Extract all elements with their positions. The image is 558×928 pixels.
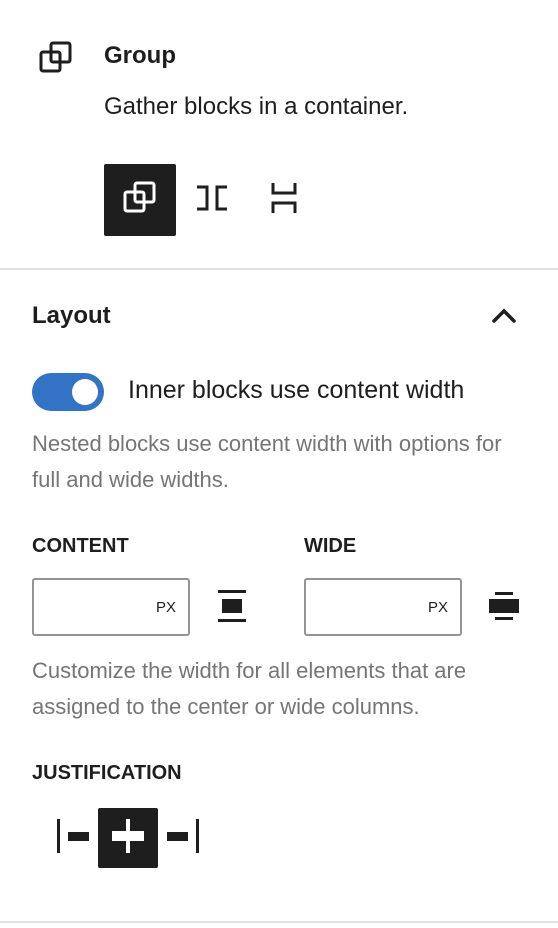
toggle-help-text: Nested blocks use content width with opt… [32, 431, 502, 492]
variation-group-button[interactable] [104, 164, 176, 236]
unit-select[interactable]: PX [156, 599, 176, 616]
content-width-icon [214, 588, 250, 624]
justify-left-icon [44, 816, 92, 861]
block-description: Gather blocks in a container. [104, 93, 409, 120]
toggle-knob [72, 379, 98, 405]
toggle-label: Inner blocks use content width [128, 376, 465, 404]
wide-width-label: WIDE [304, 535, 357, 557]
wide-width-input[interactable]: PX [304, 578, 462, 636]
unit-select[interactable]: PX [428, 599, 448, 616]
justify-center-button[interactable] [98, 808, 158, 868]
wide-width-icon [486, 588, 522, 624]
stack-icon [266, 180, 302, 221]
content-width-input[interactable]: PX [32, 578, 190, 636]
variation-stack-button[interactable] [248, 164, 320, 236]
justification-label: JUSTIFICATION [32, 762, 182, 784]
justify-center-icon [108, 816, 148, 861]
divider [0, 921, 558, 923]
variation-row-button[interactable] [176, 164, 248, 236]
divider [0, 268, 558, 270]
content-width-label: CONTENT [32, 535, 129, 557]
group-icon [122, 180, 158, 221]
width-help-text: Customize the width for all elements tha… [32, 658, 467, 719]
justify-right-button[interactable] [158, 808, 218, 868]
group-icon [38, 40, 74, 76]
block-title: Group [104, 42, 176, 69]
row-icon [194, 180, 230, 221]
content-width-toggle[interactable] [32, 373, 104, 411]
justify-right-icon [164, 816, 212, 861]
justify-left-button[interactable] [38, 808, 98, 868]
layout-panel-title[interactable]: Layout [32, 302, 111, 330]
chevron-up-icon[interactable] [486, 298, 522, 334]
